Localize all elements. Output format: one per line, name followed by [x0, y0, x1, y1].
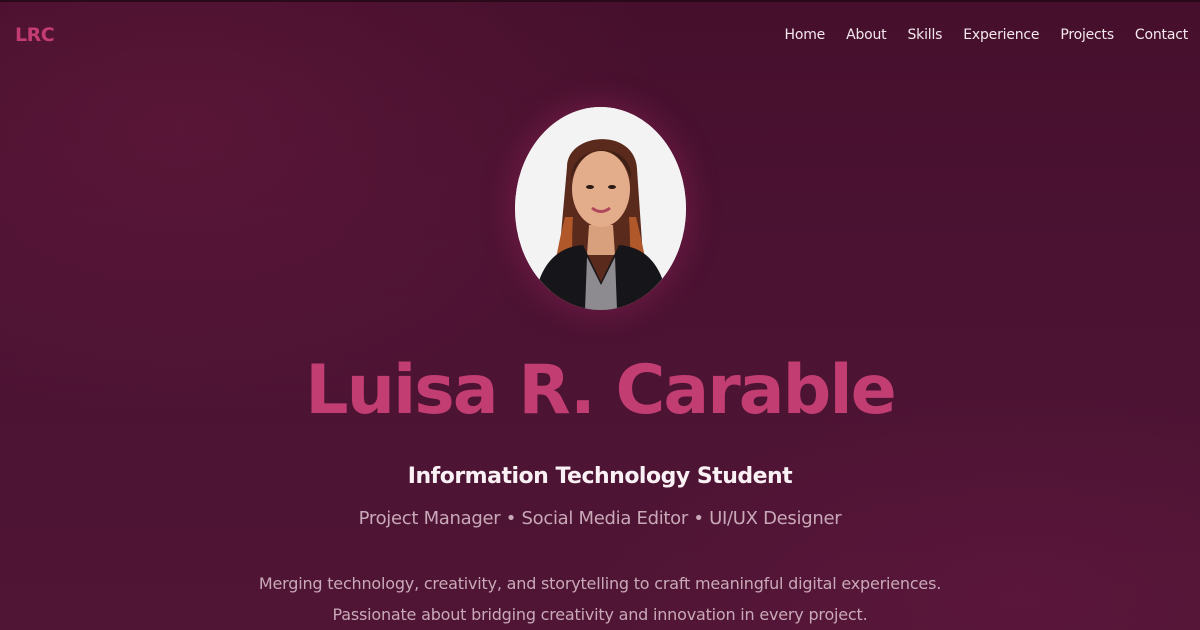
hero-description: Merging technology, creativity, and stor… [258, 574, 942, 624]
nav-link-home[interactable]: Home [785, 27, 826, 43]
nav-link-projects[interactable]: Projects [1060, 27, 1114, 43]
hero-title: Information Technology Student [407, 464, 793, 489]
top-border [0, 0, 1200, 2]
nav-link-about[interactable]: About [846, 27, 887, 43]
hero-roles: Project Manager • Social Media Editor • … [358, 508, 842, 529]
profile-avatar [515, 107, 686, 310]
hero-name: Luisa R. Carable [305, 351, 897, 430]
nav-link-skills[interactable]: Skills [907, 27, 942, 43]
profile-photo-icon [515, 107, 686, 310]
nav-link-experience[interactable]: Experience [963, 27, 1039, 43]
site-logo[interactable]: LRC [15, 24, 55, 46]
main-nav: Home About Skills Experience Projects Co… [764, 27, 1189, 43]
nav-link-contact[interactable]: Contact [1135, 27, 1188, 43]
